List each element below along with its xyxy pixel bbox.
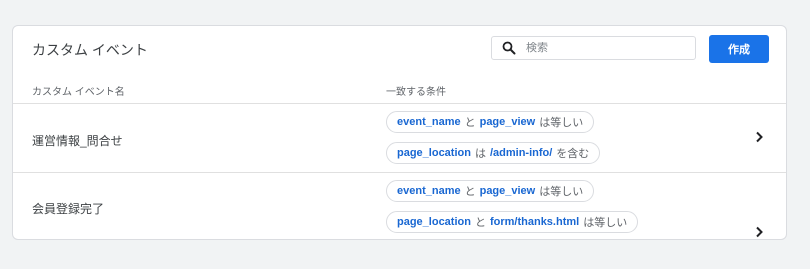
condition-suffix: は等しい: [583, 217, 628, 229]
chevron-right-icon[interactable]: [753, 131, 765, 143]
condition-value: page_view: [479, 185, 536, 197]
condition-param: event_name: [397, 185, 461, 197]
column-header-event-name: カスタム イベント名: [32, 87, 125, 98]
condition-param: page_location: [397, 216, 471, 228]
custom-events-card: カスタム イベント 作成 カスタム イベント名 一致する条件 運営情報_問合せ …: [12, 25, 787, 240]
column-header-conditions: 一致する条件: [386, 87, 446, 98]
condition-value: page_view: [479, 116, 536, 128]
condition-value: /admin-info/: [489, 147, 553, 159]
condition-operator: と: [474, 217, 486, 229]
condition-operator: と: [464, 117, 476, 129]
event-name: 会員登録完了: [32, 202, 105, 216]
table-row[interactable]: 会員登録完了 event_name と page_view は等しい page_…: [13, 173, 786, 241]
condition-param: page_location: [397, 147, 471, 159]
search-icon: [502, 41, 516, 55]
card-title: カスタム イベント: [32, 42, 148, 58]
search-box[interactable]: [491, 36, 696, 60]
condition-param: event_name: [397, 116, 461, 128]
event-name: 運営情報_問合せ: [32, 134, 123, 148]
condition-suffix: は等しい: [539, 117, 584, 129]
condition-operator: と: [464, 186, 476, 198]
condition-suffix: を含む: [556, 148, 590, 160]
condition-chip: page_location は /admin-info/ を含む: [386, 142, 601, 164]
condition-operator: は: [474, 148, 486, 160]
condition-chip: page_location と form/thanks.html は等しい: [386, 211, 639, 233]
condition-suffix: は等しい: [539, 186, 584, 198]
condition-chip: event_name と page_view は等しい: [386, 111, 595, 133]
create-button[interactable]: 作成: [709, 35, 769, 63]
condition-value: form/thanks.html: [489, 216, 580, 228]
chevron-right-icon[interactable]: [753, 226, 765, 238]
table-row[interactable]: 運営情報_問合せ event_name と page_view は等しい pag…: [13, 104, 786, 172]
search-input[interactable]: [526, 42, 676, 54]
condition-chip: event_name と page_view は等しい: [386, 180, 595, 202]
